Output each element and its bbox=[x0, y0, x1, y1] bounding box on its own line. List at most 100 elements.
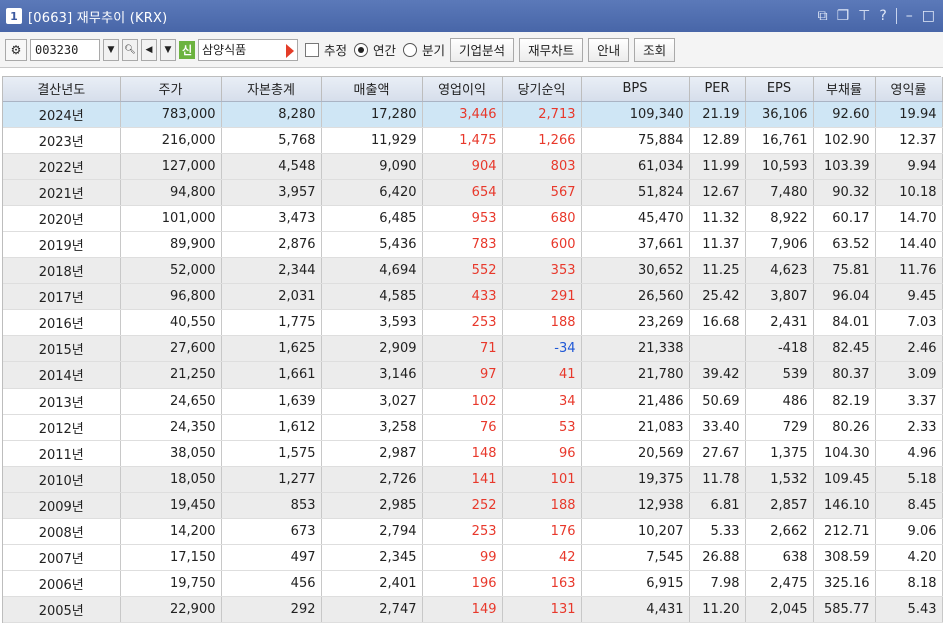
table-row[interactable]: 2019년 89,900 2,876 5,436 783 600 37,661 11.37 7,… bbox=[3, 231, 943, 259]
table-cell: 39.42 bbox=[689, 361, 746, 389]
year-cell: 2006년 bbox=[3, 570, 121, 598]
table-cell: 11.25 bbox=[689, 257, 746, 285]
table-cell: 24,350 bbox=[120, 414, 222, 441]
quarter-radio[interactable] bbox=[403, 42, 418, 57]
pin-icon[interactable]: ⊤ bbox=[858, 8, 870, 24]
year-cell: 2018년 bbox=[3, 257, 121, 285]
table-row[interactable]: 2010년 18,050 1,277 2,726 141 101 19,375 11.78 1,… bbox=[3, 466, 943, 493]
table-cell: 1,475 bbox=[422, 127, 503, 154]
table-row[interactable]: 2018년 52,000 2,344 4,694 552 353 30,652 11.25 4,… bbox=[3, 257, 943, 285]
year-cell: 2011년 bbox=[3, 440, 121, 467]
table-row[interactable]: 2024년 783,000 8,280 17,280 3,446 2,713 109,340… bbox=[3, 101, 943, 128]
table-cell: 16,761 bbox=[745, 127, 814, 154]
table-cell: 26,560 bbox=[581, 283, 690, 311]
column-header[interactable]: 매출액 bbox=[321, 77, 423, 102]
table-cell: 75,884 bbox=[581, 127, 690, 154]
column-header[interactable]: PER bbox=[689, 77, 746, 102]
guide-button[interactable]: 안내 bbox=[588, 37, 630, 62]
column-header[interactable]: BPS bbox=[581, 77, 690, 102]
company-analysis-button[interactable]: 기업분석 bbox=[450, 37, 515, 62]
restore-icon[interactable]: ⧉ bbox=[818, 8, 828, 24]
table-row[interactable]: 2006년 19,750 456 2,401 196 163 6,915 7.98 2,475 3… bbox=[3, 570, 943, 598]
gear-icon[interactable]: ⚙ bbox=[5, 38, 27, 61]
window-number-badge[interactable]: 1 bbox=[6, 8, 22, 24]
table-cell: 94,800 bbox=[120, 179, 222, 206]
help-icon[interactable]: ? bbox=[879, 8, 886, 24]
query-button[interactable]: 조회 bbox=[634, 37, 676, 62]
column-header[interactable]: 부채률 bbox=[813, 77, 876, 102]
table-row[interactable]: 2015년 27,600 1,625 2,909 71 -34 21,338 -418 82.4… bbox=[3, 335, 943, 363]
table-row[interactable]: 2022년 127,000 4,548 9,090 904 803 61,034 11.99 1… bbox=[3, 153, 943, 180]
column-header[interactable]: 자본총계 bbox=[221, 77, 322, 102]
table-cell: 600 bbox=[502, 231, 582, 259]
annual-radio[interactable] bbox=[354, 42, 369, 57]
table-cell: 253 bbox=[422, 518, 503, 546]
table-cell: 82.45 bbox=[813, 335, 876, 363]
table-row[interactable]: 2013년 24,650 1,639 3,027 102 34 21,486 50.69 486… bbox=[3, 388, 943, 415]
table-cell: 2,031 bbox=[221, 283, 322, 311]
table-row[interactable]: 2023년 216,000 5,768 11,929 1,475 1,266 75,884 1… bbox=[3, 127, 943, 154]
column-header[interactable]: EPS bbox=[745, 77, 814, 102]
table-cell: 12,938 bbox=[581, 492, 690, 520]
table-cell: 40,550 bbox=[120, 309, 222, 337]
table-cell: 3,473 bbox=[221, 205, 322, 232]
table-cell: 14,200 bbox=[120, 518, 222, 546]
table-cell: 14.40 bbox=[875, 231, 943, 259]
table-cell: 89,900 bbox=[120, 231, 222, 259]
table-cell: 96.04 bbox=[813, 283, 876, 311]
table-cell: 729 bbox=[745, 414, 814, 441]
table-cell: 109,340 bbox=[581, 101, 690, 128]
year-cell: 2022년 bbox=[3, 153, 121, 180]
table-cell: 71 bbox=[422, 335, 503, 363]
quarter-label: 분기 bbox=[422, 43, 446, 58]
table-cell: 2,985 bbox=[321, 492, 423, 520]
table-cell: 52,000 bbox=[120, 257, 222, 285]
table-row[interactable]: 2005년 22,900 292 2,747 149 131 4,431 11.20 2,045… bbox=[3, 596, 943, 624]
column-header[interactable]: 당기순익 bbox=[502, 77, 582, 102]
financial-trend-grid[interactable]: 결산년도 주가 자본총계 매출액 영업이익 당기순익 BPS PER EPS 부채률 영익률 202… bbox=[2, 76, 943, 624]
maximize-icon[interactable]: □ bbox=[922, 8, 935, 24]
column-header[interactable]: 결산년도 bbox=[3, 77, 121, 102]
stock-name-field[interactable]: 삼양식품 bbox=[198, 38, 298, 61]
speaker-icon[interactable]: ◀ bbox=[141, 38, 157, 61]
table-cell: 1,625 bbox=[221, 335, 322, 363]
table-cell: 1,639 bbox=[221, 388, 322, 415]
table-cell: 146.10 bbox=[813, 492, 876, 520]
table-cell: 783,000 bbox=[120, 101, 222, 128]
table-cell: 7,906 bbox=[745, 231, 814, 259]
table-cell: 4,694 bbox=[321, 257, 423, 285]
table-row[interactable]: 2009년 19,450 853 2,985 252 188 12,938 6.81 2,857… bbox=[3, 492, 943, 520]
table-cell: 6,915 bbox=[581, 570, 690, 598]
table-cell: 21,083 bbox=[581, 414, 690, 441]
table-row[interactable]: 2014년 21,250 1,661 3,146 97 41 21,780 39.42 539 8… bbox=[3, 361, 943, 389]
table-row[interactable]: 2017년 96,800 2,031 4,585 433 291 26,560 25.42 3,… bbox=[3, 283, 943, 311]
table-cell: 3,027 bbox=[321, 388, 423, 415]
table-cell: 25.42 bbox=[689, 283, 746, 311]
table-cell: 5.18 bbox=[875, 466, 943, 493]
column-header[interactable]: 주가 bbox=[120, 77, 222, 102]
column-header[interactable]: 영업이익 bbox=[422, 77, 503, 102]
table-row[interactable]: 2008년 14,200 673 2,794 253 176 10,207 5.33 2,662… bbox=[3, 518, 943, 546]
code-dropdown-button[interactable]: ▼ bbox=[103, 38, 119, 61]
search-icon[interactable]: 🔍︎ bbox=[122, 38, 138, 61]
table-row[interactable]: 2007년 17,150 497 2,345 99 42 7,545 26.88 638 308.… bbox=[3, 544, 943, 572]
table-cell: 188 bbox=[502, 492, 582, 520]
window-title: [0663] 재무추이 (KRX) bbox=[28, 10, 168, 26]
table-row[interactable]: 2011년 38,050 1,575 2,987 148 96 20,569 27.67 1,3… bbox=[3, 440, 943, 467]
table-cell: 654 bbox=[422, 179, 503, 206]
table-cell: 11,929 bbox=[321, 127, 423, 154]
estimate-checkbox[interactable] bbox=[305, 42, 319, 57]
popout-icon[interactable]: ❐ bbox=[837, 8, 850, 24]
financial-chart-button[interactable]: 재무차트 bbox=[519, 37, 584, 62]
table-cell: 21,780 bbox=[581, 361, 690, 389]
table-cell: 12.67 bbox=[689, 179, 746, 206]
speaker-dropdown-button[interactable]: ▼ bbox=[160, 38, 176, 61]
column-header[interactable]: 영익률 bbox=[875, 77, 943, 102]
table-row[interactable]: 2016년 40,550 1,775 3,593 253 188 23,269 16.68 2,… bbox=[3, 309, 943, 337]
table-cell: 3,146 bbox=[321, 361, 423, 389]
table-row[interactable]: 2012년 24,350 1,612 3,258 76 53 21,083 33.40 729 8… bbox=[3, 414, 943, 441]
table-row[interactable]: 2021년 94,800 3,957 6,420 654 567 51,824 12.67 7,… bbox=[3, 179, 943, 206]
minimize-icon[interactable]: – bbox=[906, 8, 913, 24]
stock-code-input[interactable]: 003230 bbox=[30, 38, 100, 61]
table-row[interactable]: 2020년 101,000 3,473 6,485 953 680 45,470 11.32 8… bbox=[3, 205, 943, 232]
